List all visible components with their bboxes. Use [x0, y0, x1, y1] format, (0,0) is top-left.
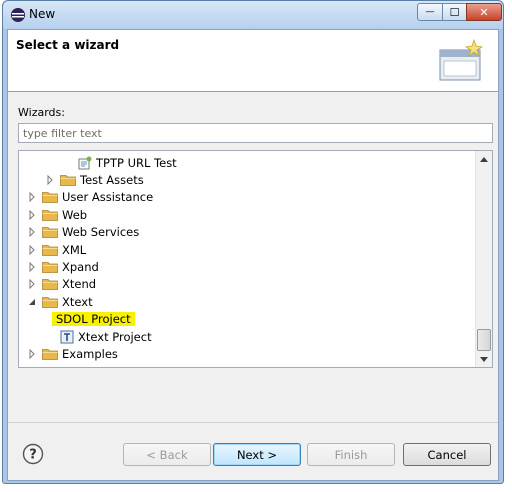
scroll-down-arrow[interactable] [476, 351, 492, 367]
tree-item[interactable]: XML [27, 241, 86, 258]
tree-item-label: Examples [62, 346, 118, 361]
scroll-up-arrow[interactable] [476, 151, 492, 167]
tree-item-label: Web [62, 207, 88, 222]
xtext-project-icon [60, 330, 74, 343]
tree-item-label: SDOL Project [52, 312, 135, 327]
vertical-scrollbar[interactable] [475, 151, 492, 367]
tree-item[interactable]: User Assistance [27, 189, 153, 206]
tree-item-label: XML [62, 242, 87, 257]
back-button[interactable]: < Back [123, 443, 211, 466]
tree-item[interactable]: Xtext [27, 293, 93, 310]
dialog-body: Select a wizard Wizards: TPTP URL Test Te… [7, 29, 499, 481]
minimize-button[interactable]: — [417, 3, 443, 21]
folder-icon [42, 244, 58, 256]
expand-arrow-icon[interactable] [27, 192, 37, 203]
folder-icon [60, 174, 76, 186]
scroll-thumb[interactable] [477, 329, 491, 351]
tree-item[interactable]: Xtend [27, 276, 96, 293]
folder-icon [42, 261, 58, 273]
folder-icon [42, 296, 58, 308]
next-button[interactable]: Next > [213, 443, 301, 466]
wizards-label: Wizards: [18, 106, 65, 119]
wizard-tree[interactable]: TPTP URL Test Test Assets User Assistance W… [18, 150, 493, 368]
arrow-down-icon [480, 356, 488, 362]
svg-text:?: ? [29, 448, 37, 463]
help-icon[interactable]: ? [22, 443, 44, 465]
url-test-icon [78, 156, 92, 169]
tree-item-label: Xpand [62, 259, 99, 274]
expand-arrow-icon[interactable] [27, 261, 37, 272]
tree-item-label: TPTP URL Test [96, 155, 177, 170]
window-title: New [29, 7, 56, 21]
tree-item[interactable]: Web [27, 206, 87, 223]
tree-item[interactable]: Xpand [27, 258, 99, 275]
expand-arrow-icon[interactable] [27, 209, 37, 220]
tree-item[interactable]: Web Services [27, 224, 139, 241]
folder-icon [42, 279, 58, 291]
folder-icon [42, 227, 58, 238]
tree-item-label: Xtend [62, 277, 97, 292]
folder-icon [42, 348, 58, 360]
expand-arrow-icon[interactable] [27, 279, 37, 290]
maximize-icon: ☐ [449, 5, 460, 19]
close-button[interactable]: ✕ [466, 3, 502, 21]
wizard-banner-icon [439, 38, 484, 81]
expand-arrow-icon[interactable] [27, 244, 37, 255]
cancel-button[interactable]: Cancel [403, 443, 491, 466]
tree-item[interactable]: SDOL Project [45, 311, 135, 328]
page-title: Select a wizard [16, 38, 120, 52]
tree-item-label: User Assistance [62, 190, 154, 205]
tree-item[interactable]: Test Assets [45, 171, 144, 188]
expander-spacer [45, 332, 55, 342]
folder-icon [42, 209, 58, 221]
expander-spacer [63, 158, 73, 168]
tree-item-label: Test Assets [80, 172, 144, 187]
footer-separator [8, 422, 498, 423]
collapse-arrow-icon[interactable] [27, 297, 37, 307]
tree-item-label: Web Services [62, 225, 140, 240]
tree-item-label: Xtext Project [78, 329, 152, 344]
title-bar[interactable]: New — ☐ ✕ [3, 1, 503, 29]
filter-input[interactable] [18, 123, 493, 143]
minimize-icon: — [425, 6, 435, 17]
expand-arrow-icon[interactable] [27, 227, 37, 238]
tree-item[interactable]: Xtext Project [45, 328, 152, 345]
folder-icon [42, 192, 58, 204]
dialog-header: Select a wizard [8, 30, 498, 92]
close-icon: ✕ [479, 5, 489, 19]
wizard-window: New — ☐ ✕ Select a wizard Wizards: type … [2, 0, 504, 484]
tree-item-label: Xtext [62, 294, 93, 309]
arrow-up-icon [480, 156, 488, 162]
maximize-button[interactable]: ☐ [442, 3, 467, 21]
tree-item[interactable]: TPTP URL Test [63, 154, 177, 171]
finish-button[interactable]: Finish [307, 443, 395, 466]
expand-arrow-icon[interactable] [45, 174, 55, 185]
tree-item[interactable]: Examples [27, 345, 118, 362]
expand-arrow-icon[interactable] [27, 348, 37, 359]
eclipse-icon [11, 8, 25, 22]
